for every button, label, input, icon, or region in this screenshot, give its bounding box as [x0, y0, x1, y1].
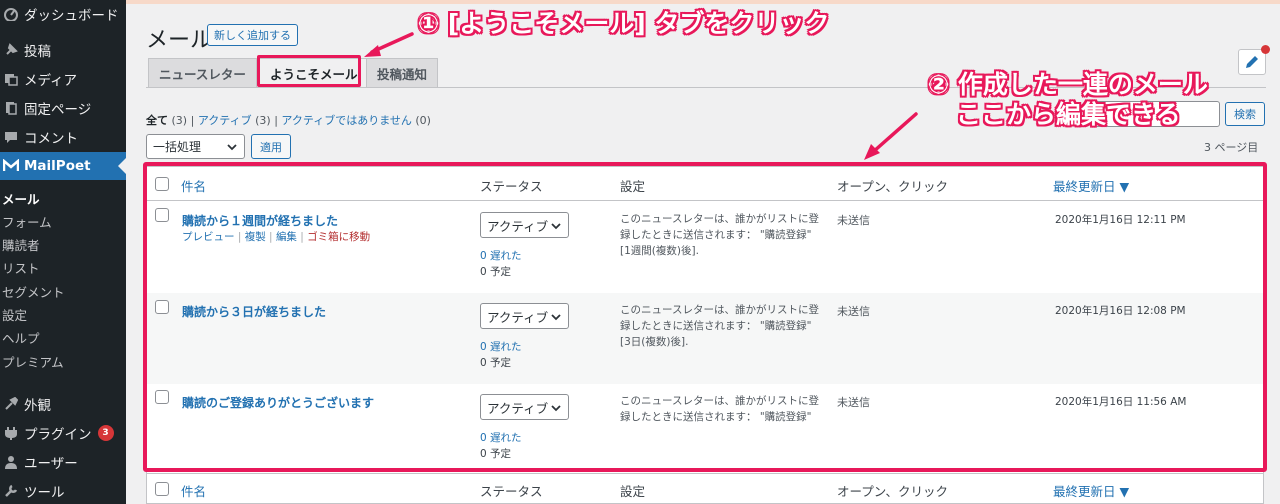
annotation-step-2-line-1: ② 作成した一連のメール — [928, 70, 1208, 99]
arrow-head-1 — [364, 45, 381, 57]
arrow-line-2 — [871, 112, 918, 154]
annotation-step-2-line-2: ここから編集できる — [956, 100, 1181, 129]
annotation-step-1: ① [ようこそメール] タブをクリック — [418, 9, 830, 38]
